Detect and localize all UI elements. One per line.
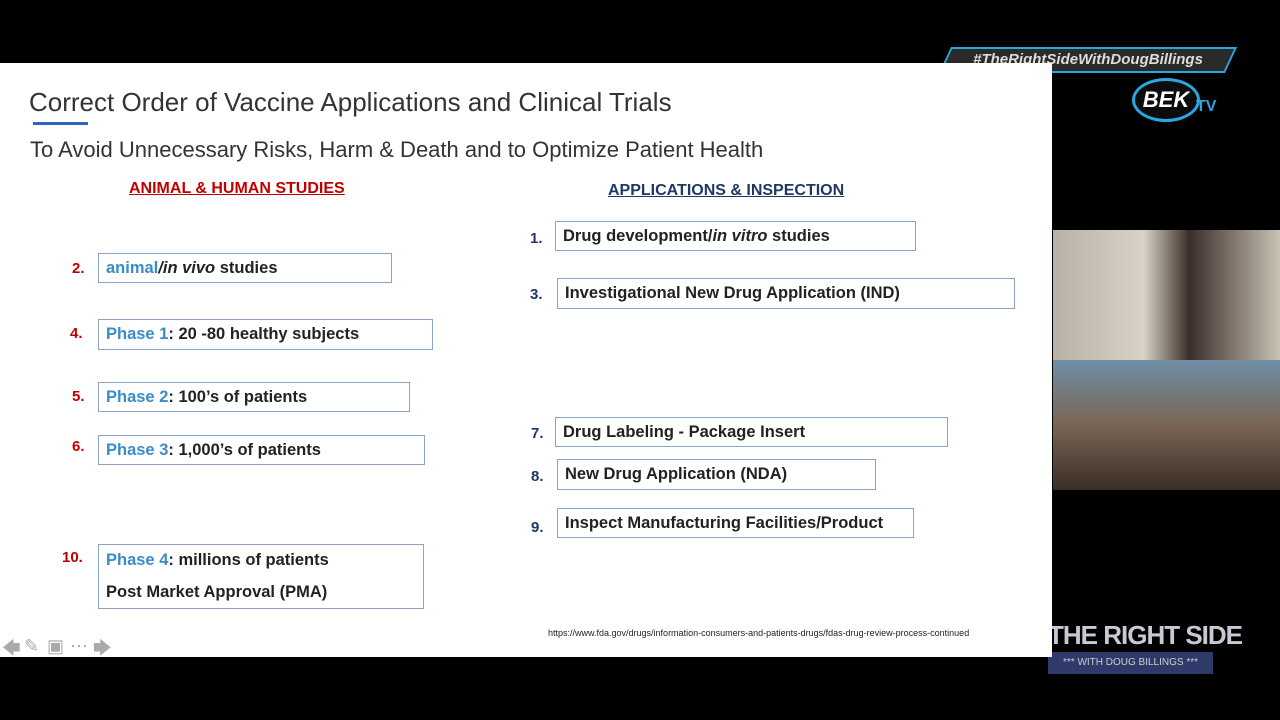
step-highlight: Phase 4 — [106, 551, 169, 570]
step-number: 10. — [62, 549, 83, 566]
right-column-header: APPLICATIONS & INSPECTION — [608, 182, 845, 199]
source-url: https://www.fda.gov/drugs/information-co… — [548, 628, 970, 638]
left-column-header: ANIMAL & HUMAN STUDIES — [129, 180, 345, 197]
step-box: New Drug Application (NDA) — [557, 459, 876, 490]
step-number: 3. — [530, 286, 543, 303]
title-underline — [33, 122, 88, 125]
slide-subtitle: To Avoid Unnecessary Risks, Harm & Death… — [30, 137, 764, 162]
step-text: studies — [215, 258, 278, 277]
slide-title: Correct Order of Vaccine Applications an… — [29, 87, 672, 117]
step-box: Drug Labeling - Package Insert — [555, 417, 948, 447]
step-box: Phase 3: 1,000’s of patients — [98, 435, 425, 465]
step-text-line2: Post Market Approval (PMA) — [106, 582, 328, 601]
step-number: 5. — [72, 388, 85, 405]
pen-icon[interactable]: ✎ — [24, 636, 39, 657]
step-italic: /in vivo — [158, 258, 216, 277]
step-italic: in vitro — [712, 226, 768, 245]
step-highlight: animal — [106, 258, 159, 277]
step-highlight: Phase 3 — [106, 440, 169, 459]
step-number: 8. — [531, 468, 544, 485]
slides-icon[interactable]: ▣ — [47, 636, 64, 657]
step-number: 9. — [531, 519, 544, 536]
bek-tv-label: TV — [1196, 98, 1217, 115]
previous-slide-icon[interactable]: 🡄 — [2, 636, 21, 666]
step-number: 6. — [72, 438, 85, 455]
step-box: Drug development/in vitro studies — [555, 221, 916, 251]
step-box: Inspect Manufacturing Facilities/Product — [557, 508, 914, 538]
step-text: studies — [767, 226, 830, 245]
presentation-slide: Correct Order of Vaccine Applications an… — [0, 63, 1052, 658]
step-box: Phase 2: 100’s of patients — [98, 382, 410, 412]
step-number: 1. — [530, 230, 543, 247]
step-text: : 20 -80 healthy subjects — [168, 325, 360, 343]
webcam-host — [1053, 360, 1280, 490]
step-text: : 1,000’s of patients — [168, 440, 321, 459]
step-highlight: Phase 2 — [106, 387, 169, 406]
step-box: animal/in vivo studies — [98, 253, 392, 283]
step-highlight: Phase 1 — [106, 325, 169, 343]
next-slide-icon[interactable]: 🡆 — [93, 636, 112, 666]
step-box: Phase 1: 20 -80 healthy subjects — [98, 319, 433, 350]
step-box: Investigational New Drug Application (IN… — [557, 278, 1015, 309]
step-box: Phase 4: millions of patients Post Marke… — [98, 544, 424, 609]
step-text: Drug development/ — [563, 226, 713, 245]
step-text: : 100’s of patients — [168, 387, 308, 406]
show-logo-sub: *** WITH DOUG BILLINGS *** — [1048, 652, 1213, 674]
step-number: 2. — [72, 260, 85, 277]
show-logo: THE RIGHT SIDE — [1048, 620, 1243, 650]
bek-logo: BEK — [1132, 78, 1200, 122]
more-options-icon[interactable]: ⋯ — [70, 636, 88, 657]
step-number: 4. — [70, 325, 83, 342]
webcam-guest — [1053, 230, 1280, 360]
step-number: 7. — [531, 425, 544, 442]
step-text: : millions of patients — [168, 551, 329, 570]
